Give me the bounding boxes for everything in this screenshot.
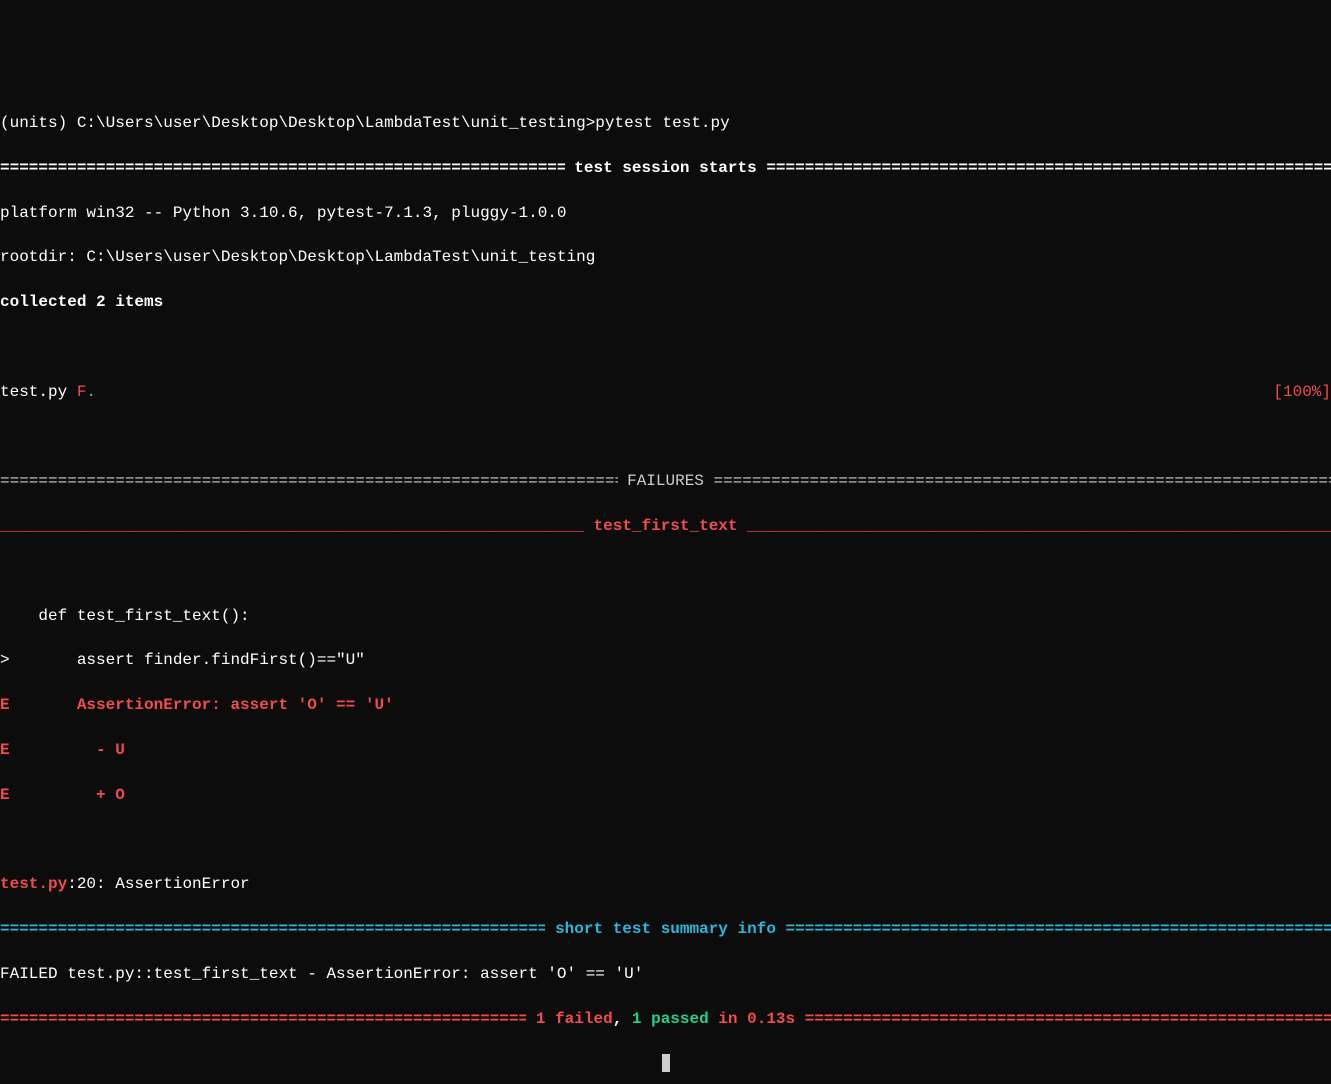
cursor	[662, 1054, 670, 1072]
platform-info: platform win32 -- Python 3.10.6, pytest-…	[0, 202, 1331, 224]
diff-plus-line: E + O	[0, 784, 1331, 806]
summary-header-row: ========================================…	[0, 918, 1331, 940]
failures-header-label: FAILURES	[618, 470, 714, 492]
final-time: in 0.13s	[709, 1010, 795, 1028]
test-progress-row: test.py F. [100%]	[0, 381, 1331, 403]
divider-left: ========================================…	[0, 918, 545, 940]
divider-right: ========================================…	[766, 157, 1331, 179]
shell-prompt: (units) C:\Users\user\Desktop\Desktop\La…	[0, 114, 595, 132]
rootdir-info: rootdir: C:\Users\user\Desktop\Desktop\L…	[0, 246, 1331, 268]
failed-summary-line: FAILED test.py::test_first_text - Assert…	[0, 963, 1331, 985]
command-text: pytest test.py	[595, 114, 729, 132]
code-def-line: def test_first_text():	[0, 605, 1331, 627]
summary-header-label: short test summary info	[545, 918, 785, 940]
result-pass-mark: .	[86, 383, 96, 401]
failing-test-name: test_first_text	[584, 515, 747, 537]
final-failed: 1 failed	[536, 1010, 613, 1028]
final-passed: 1 passed	[632, 1010, 709, 1028]
divider-right: ========================================…	[714, 470, 1331, 492]
divider-left: ========================================…	[0, 1008, 526, 1030]
test-name-row: ________________________________________…	[0, 515, 1331, 537]
code-assert-line: > assert finder.findFirst()=="U"	[0, 649, 1331, 671]
underline-left: ________________________________________…	[0, 515, 584, 537]
session-header-row: ========================================…	[0, 157, 1331, 179]
assertion-error-line: E AssertionError: assert 'O' == 'U'	[0, 694, 1331, 716]
final-sep: ,	[613, 1010, 632, 1028]
trace-location: :20: AssertionError	[67, 875, 249, 893]
session-header-label: test session starts	[565, 157, 767, 179]
terminal-output[interactable]: (units) C:\Users\user\Desktop\Desktop\La…	[0, 90, 1331, 1084]
final-summary-row: ========================================…	[0, 1008, 1331, 1030]
divider-right: ========================================…	[786, 918, 1331, 940]
failures-header-row: ========================================…	[0, 470, 1331, 492]
trace-file: test.py	[0, 875, 67, 893]
test-file-name: test.py	[0, 383, 77, 401]
divider-right: ========================================…	[805, 1008, 1331, 1030]
underline-right: ________________________________________…	[747, 515, 1331, 537]
result-fail-mark: F	[77, 383, 87, 401]
diff-minus-line: E - U	[0, 739, 1331, 761]
progress-percent: [100%]	[1273, 381, 1331, 403]
divider-left: ========================================…	[0, 470, 618, 492]
divider-left: ========================================…	[0, 157, 565, 179]
collected-info: collected 2 items	[0, 291, 1331, 313]
